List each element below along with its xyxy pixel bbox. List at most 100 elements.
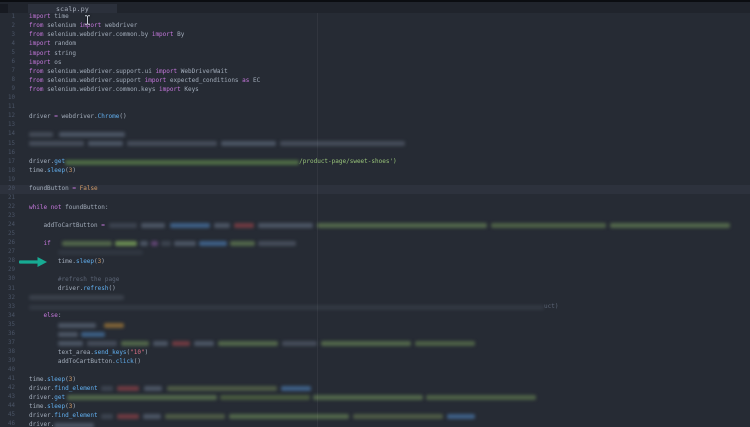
code-line-content[interactable]: from selenium.webdriver.support import e… bbox=[29, 78, 260, 85]
line-number: 24 bbox=[0, 223, 15, 229]
redacted-code-segment bbox=[447, 414, 475, 419]
code-line-content[interactable] bbox=[29, 322, 124, 329]
code-token bbox=[29, 240, 43, 247]
redacted-code-segment bbox=[221, 141, 276, 146]
tab-scalp-py[interactable]: scalp.py bbox=[28, 4, 117, 13]
redacted-code-segment bbox=[127, 141, 217, 146]
redacted-code-segment bbox=[161, 241, 171, 246]
code-line-content[interactable]: driver.get bbox=[29, 395, 536, 402]
code-line-content[interactable]: driver.refresh() bbox=[29, 286, 116, 293]
redacted-code-segment bbox=[174, 241, 196, 246]
code-token: driver. bbox=[29, 421, 54, 427]
code-line-content[interactable] bbox=[29, 132, 125, 138]
code-line: 43driver.get bbox=[0, 394, 750, 403]
line-number: 40 bbox=[0, 368, 15, 374]
code-line-content[interactable]: uct) bbox=[29, 304, 558, 311]
code-line-content[interactable]: while not foundButton: bbox=[29, 205, 109, 212]
code-line-content[interactable]: driver = webdriver.Chrome() bbox=[29, 114, 127, 121]
code-line-content[interactable]: from selenium.webdriver.common.by import… bbox=[29, 32, 184, 39]
code-line-content[interactable] bbox=[29, 341, 475, 348]
redacted-code-segment bbox=[59, 132, 125, 137]
code-line: 23 bbox=[0, 212, 750, 221]
code-line: 32 bbox=[0, 294, 750, 303]
redacted-code-segment bbox=[151, 241, 158, 246]
redacted-code-segment bbox=[115, 241, 137, 246]
code-token: sleep bbox=[47, 403, 65, 410]
code-line-content[interactable] bbox=[29, 250, 143, 257]
code-token: ) bbox=[72, 403, 76, 410]
code-token: find_element bbox=[54, 385, 97, 392]
line-number: 9 bbox=[0, 87, 15, 93]
line-number: 35 bbox=[0, 323, 15, 329]
code-line-content[interactable]: driver. bbox=[29, 422, 94, 427]
code-line-content[interactable] bbox=[29, 331, 105, 338]
line-number: 10 bbox=[0, 96, 15, 102]
code-token: () bbox=[119, 113, 126, 120]
code-token: selenium.webdriver.support bbox=[43, 77, 144, 84]
code-token: "10" bbox=[130, 349, 144, 356]
redacted-code-segment bbox=[144, 386, 162, 391]
line-number: 23 bbox=[0, 214, 15, 220]
code-line-content[interactable]: text_area.send_keys("10") bbox=[29, 350, 148, 357]
column-ruler bbox=[317, 13, 318, 427]
code-line-content[interactable]: addToCartButton.click() bbox=[29, 359, 141, 366]
redacted-code-segment bbox=[58, 250, 143, 255]
code-line-content[interactable]: #refresh the page bbox=[29, 277, 119, 284]
redacted-code-segment bbox=[194, 341, 214, 346]
line-number: 41 bbox=[0, 377, 15, 383]
code-line-content[interactable]: import os bbox=[29, 60, 62, 67]
redacted-code-segment bbox=[58, 332, 78, 337]
code-line-content[interactable]: from selenium.webdriver.support.ui impor… bbox=[29, 69, 228, 76]
line-number: 27 bbox=[0, 250, 15, 256]
code-line-content[interactable]: addToCartButton = bbox=[29, 223, 730, 230]
redacted-code-segment bbox=[415, 341, 475, 346]
code-line: 8from selenium.webdriver.support import … bbox=[0, 76, 750, 85]
code-token: addToCartButton. bbox=[29, 358, 116, 365]
redacted-code-segment bbox=[199, 241, 227, 246]
code-token: not bbox=[51, 204, 62, 211]
tab-bar-left-edge bbox=[0, 4, 8, 13]
code-line-content[interactable]: driver.get/product-page/sweet-shoes') bbox=[29, 159, 397, 166]
code-line-content[interactable]: if bbox=[29, 241, 296, 248]
code-line-content[interactable]: import time bbox=[29, 14, 69, 21]
redacted-code-segment bbox=[121, 341, 149, 346]
code-line-content[interactable]: from selenium.webdriver.common.keys impo… bbox=[29, 87, 199, 94]
redaction-gap bbox=[230, 225, 234, 226]
code-token: if bbox=[43, 240, 50, 247]
redacted-code-segment bbox=[281, 386, 311, 391]
redaction-gap bbox=[139, 388, 144, 389]
code-line-content[interactable]: import string bbox=[29, 51, 76, 58]
code-token: time. bbox=[29, 403, 47, 410]
code-line: 6 import os bbox=[0, 58, 750, 67]
line-number: 5 bbox=[0, 51, 15, 57]
code-line-content[interactable]: driver.find_element bbox=[29, 386, 311, 393]
code-line-content[interactable] bbox=[29, 295, 124, 301]
code-token: from bbox=[29, 77, 43, 84]
line-number: 4 bbox=[0, 42, 15, 48]
code-line: 5 import string bbox=[0, 49, 750, 58]
code-token: ) bbox=[101, 258, 105, 265]
redaction-gap bbox=[96, 325, 104, 326]
code-editor-window: scalp.py 1import time2from selenium impo… bbox=[0, 0, 750, 427]
text-cursor-ibeam-icon bbox=[84, 15, 91, 25]
code-line-content[interactable]: time.sleep(3) bbox=[29, 377, 76, 384]
line-number: 16 bbox=[0, 151, 15, 157]
code-token: ) bbox=[145, 349, 149, 356]
code-line-content[interactable]: foundButton = False bbox=[29, 186, 98, 193]
code-token: driver. bbox=[29, 385, 54, 392]
redacted-code-segment bbox=[258, 241, 296, 246]
code-line-content[interactable]: time.sleep(3) bbox=[29, 404, 76, 411]
redacted-code-segment bbox=[104, 323, 124, 328]
code-line-content[interactable]: driver.find_element bbox=[29, 413, 475, 420]
line-number: 6 bbox=[0, 60, 15, 66]
redacted-code-segment bbox=[610, 223, 730, 228]
line-number: 33 bbox=[0, 305, 15, 311]
code-line-content[interactable]: else: bbox=[29, 313, 62, 320]
code-line-content[interactable]: import random bbox=[29, 41, 76, 48]
redacted-code-segment bbox=[65, 160, 299, 165]
code-area[interactable]: 1import time2from selenium import webdri… bbox=[0, 13, 750, 427]
code-line: 29 bbox=[0, 267, 750, 276]
code-line-content[interactable]: time.sleep(3) bbox=[29, 168, 76, 175]
code-token: driver. bbox=[29, 412, 54, 419]
code-line-content[interactable] bbox=[29, 141, 405, 147]
